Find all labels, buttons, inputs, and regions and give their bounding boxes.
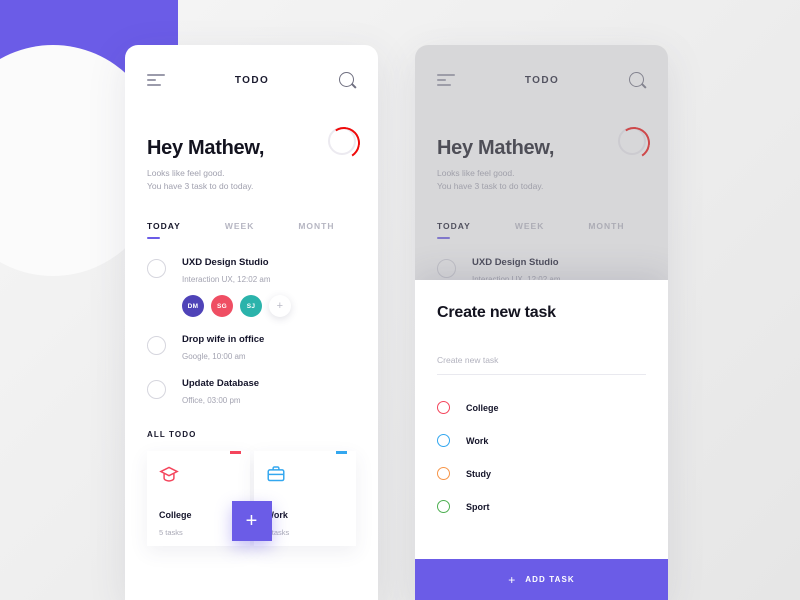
avatar[interactable]: DM — [182, 295, 204, 318]
category-option-list: College Work Study Sport — [437, 401, 646, 513]
option-label: Sport — [466, 501, 490, 512]
radio-icon[interactable] — [437, 401, 450, 414]
todo-home-screen-dimmed: TODO Hey Mathew, Looks like feel good. Y… — [415, 45, 668, 600]
progress-ring — [328, 127, 356, 155]
todo-home-screen: TODO Hey Mathew, Looks like feel good. Y… — [125, 45, 378, 600]
task-body: Update Database Office, 03:00 pm — [182, 378, 259, 405]
tab-week[interactable]: WEEK — [225, 221, 255, 239]
period-tabs: TODAY WEEK MONTH — [125, 193, 378, 240]
avatar[interactable]: SG — [211, 295, 233, 318]
greeting-line-2: You have 3 task to do today. — [147, 181, 254, 192]
graduation-cap-icon — [159, 465, 238, 488]
add-task-label: ADD TASK — [525, 575, 575, 584]
app-title: TODO — [234, 74, 270, 86]
option-sport[interactable]: Sport — [437, 500, 646, 513]
radio-icon[interactable] — [437, 467, 450, 480]
add-task-fab[interactable]: + — [231, 501, 272, 542]
task-title: Update Database — [182, 378, 260, 390]
option-label: Study — [466, 468, 492, 479]
top-bar: TODO — [125, 45, 378, 115]
tab-today[interactable]: TODAY — [147, 221, 181, 240]
create-task-modal: Create new task College Work Study Sport — [415, 280, 668, 600]
radio-icon[interactable] — [437, 500, 450, 513]
add-member-button[interactable]: + — [269, 295, 291, 318]
task-avatars: DM SG SJ + — [182, 295, 291, 318]
tab-month[interactable]: MONTH — [298, 221, 334, 239]
task-checkbox[interactable] — [147, 380, 166, 400]
task-name-input[interactable] — [437, 355, 646, 375]
task-subtitle: Office, 03:00 pm — [182, 396, 241, 406]
plus-icon: + — [508, 572, 516, 587]
modal-title: Create new task — [437, 304, 556, 321]
greeting-section: Hey Mathew, Looks like feel good. You ha… — [125, 115, 378, 193]
task-title: Drop wife in office — [182, 334, 265, 346]
hamburger-icon[interactable] — [147, 74, 165, 86]
card-task-count: 7 tasks — [265, 528, 290, 538]
briefcase-icon — [266, 465, 345, 488]
task-body: UXD Design Studio Interaction UX, 12:02 … — [182, 257, 291, 318]
task-title: UXD Design Studio — [182, 257, 269, 269]
search-icon[interactable] — [339, 71, 356, 89]
task-name-field — [437, 350, 646, 375]
phone-mockup-right: TODO Hey Mathew, Looks like feel good. Y… — [415, 45, 668, 600]
option-college[interactable]: College — [437, 401, 646, 414]
card-title: College — [159, 510, 192, 521]
greeting-line-1: Looks like feel good. — [147, 168, 225, 178]
card-title: Work — [265, 510, 288, 521]
card-accent-bar — [229, 451, 241, 455]
task-list: UXD Design Studio Interaction UX, 12:02 … — [125, 239, 378, 405]
option-study[interactable]: Study — [437, 467, 646, 480]
option-work[interactable]: Work — [437, 434, 646, 447]
option-label: College — [466, 402, 499, 413]
page-title: Hey Mathew, — [147, 137, 265, 159]
add-task-button[interactable]: + ADD TASK — [415, 559, 668, 600]
category-card-list: College 5 tasks Work 7 tasks + — [125, 439, 378, 547]
phone-mockup-left: TODO Hey Mathew, Looks like feel good. Y… — [125, 45, 378, 600]
option-label: Work — [466, 435, 489, 446]
task-checkbox[interactable] — [147, 259, 166, 279]
avatar[interactable]: SJ — [240, 295, 262, 318]
all-todo-heading: ALL TODO — [147, 430, 197, 440]
task-body: Drop wife in office Google, 10:00 am — [182, 334, 264, 361]
greeting-subtext: Looks like feel good. You have 3 task to… — [147, 167, 356, 193]
task-item[interactable]: Drop wife in office Google, 10:00 am — [147, 334, 356, 361]
task-subtitle: Google, 10:00 am — [182, 352, 246, 362]
task-item[interactable]: UXD Design Studio Interaction UX, 12:02 … — [147, 257, 356, 318]
task-checkbox[interactable] — [147, 336, 166, 356]
task-item[interactable]: Update Database Office, 03:00 pm — [147, 378, 356, 405]
card-task-count: 5 tasks — [159, 528, 183, 538]
task-subtitle: Interaction UX, 12:02 am — [182, 275, 271, 285]
radio-icon[interactable] — [437, 434, 450, 447]
card-accent-bar — [336, 451, 347, 455]
